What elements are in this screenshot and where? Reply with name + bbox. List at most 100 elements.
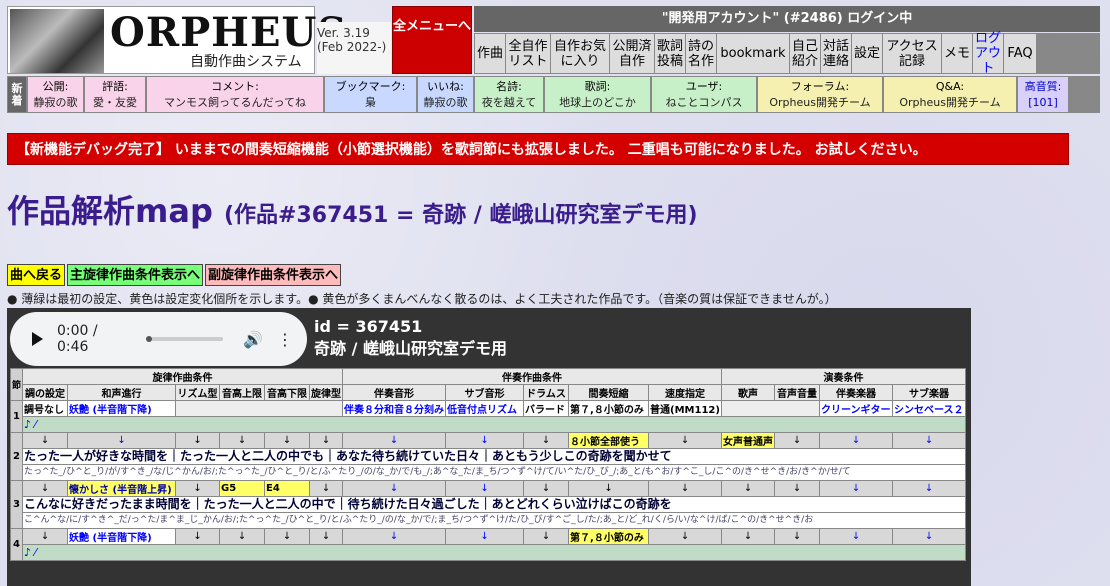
nav-favorites[interactable]: 自作お気に入り (551, 34, 609, 73)
site-header: ORPHEUS 自動作曲システム Ver. 3.19 (Feb 2022-) 全… (7, 6, 1100, 76)
work-title: 奇跡 / 嵯峨山研究室デモ用 (314, 339, 507, 358)
cell-sub-instrument[interactable]: シンセベース２ (892, 400, 967, 417)
cell-key[interactable]: 調号なし (22, 400, 69, 417)
nav-published[interactable]: 公開済自作 (610, 34, 654, 73)
ticker-value[interactable]: 静寂の歌 (34, 95, 78, 111)
nav-all-works[interactable]: 全自作リスト (506, 34, 550, 73)
ticker-item[interactable]: ユーザ: ねことコンパス (652, 77, 756, 112)
ticker-value[interactable]: 梟 (365, 95, 376, 111)
ticker-label: ユーザ: (685, 79, 723, 93)
nav-messages[interactable]: 対話連絡 (821, 34, 851, 73)
audio-seek-bar[interactable] (146, 336, 224, 342)
ticker-value[interactable]: 夜を越えて (482, 95, 536, 111)
arrow-down-icon: ↓ (892, 480, 967, 497)
ticker-label: ブックマーク: (335, 79, 406, 93)
arrow-down-icon: ↓ (309, 528, 344, 545)
main-melody-conditions-button[interactable]: 主旋律作曲条件表示へ (67, 264, 204, 286)
ticker-label: 公開: (42, 79, 69, 93)
ticker-item[interactable]: Q&A: Orpheus開発チーム (884, 77, 1016, 112)
cell-harmony-changed[interactable]: 懐かしさ (半音階上昇) (67, 480, 177, 497)
ticker-item[interactable]: いいね: 静寂の歌 (418, 77, 473, 112)
nav-poems[interactable]: 詩の名作 (686, 34, 716, 73)
cell-interlude[interactable]: 第７,８小節のみ (568, 400, 650, 417)
cell-lower-changed[interactable]: E4 (264, 480, 311, 497)
ticker-value[interactable]: 地球上のどこか (559, 95, 636, 111)
nav-profile[interactable]: 自己紹介 (790, 34, 820, 73)
arrow-down-icon: ↓ (648, 432, 723, 449)
more-options-icon[interactable]: ⋮ (277, 330, 293, 349)
cell-drums[interactable]: バラード (523, 400, 570, 417)
row-number: 3 (9, 480, 24, 529)
ticker-value[interactable]: ねことコンパス (666, 95, 743, 111)
col-header: ドラムス (523, 384, 570, 401)
cell-sub-pattern[interactable]: 低音付点リズム (445, 400, 525, 417)
work-info: id = 367451 奇跡 / 嵯峨山研究室デモ用 (314, 316, 507, 360)
ticker-label: 評語: (102, 79, 128, 93)
note-edit-icons[interactable]: ♪ ⁄ (22, 544, 967, 561)
cell-accomp-pattern[interactable]: 伴奏８分和音８分刻み (342, 400, 447, 417)
nav-logout[interactable]: ログアウト (973, 31, 1003, 76)
ticker-item[interactable]: 公開: 静寂の歌 (28, 77, 83, 112)
ticker-item[interactable]: 評語: 愛・友愛 (85, 77, 145, 112)
orpheus-logo[interactable]: ORPHEUS 自動作曲システム (7, 6, 346, 74)
cell-tempo[interactable]: 普通(MM112) (648, 400, 723, 417)
arrow-down-icon: ↓ (309, 432, 344, 449)
logo-title: ORPHEUS (110, 9, 348, 56)
volume-icon[interactable]: 🔊 (243, 330, 263, 349)
cell-upper-changed[interactable]: G5 (219, 480, 266, 497)
logo-artwork-image (10, 9, 104, 73)
back-to-song-button[interactable]: 曲へ戻る (7, 264, 66, 286)
arrow-down-icon: ↓ (523, 480, 570, 497)
ticker-value[interactable]: Orpheus開発チーム (769, 95, 870, 111)
table-row: 1 調号なし 妖艶 (半音階下降) 伴奏８分和音８分刻み 低音付点リズム バラー… (9, 400, 967, 433)
ticker-value[interactable]: マンモス飼ってるんだってね (164, 95, 306, 111)
nav-access-log[interactable]: アクセス記録 (883, 34, 941, 73)
cell-voice-changed[interactable]: 女声普通声 (721, 432, 776, 449)
arrow-down-icon: ↓ (175, 480, 221, 497)
nav-lyrics-post[interactable]: 歌詞投稿 (655, 34, 685, 73)
arrow-down-icon: ↓ (342, 432, 447, 449)
ticker-item[interactable]: 名詩: 夜を越えて (475, 77, 543, 112)
ticker-value[interactable]: Orpheus開発チーム (899, 95, 1000, 111)
table-row: 3 ↓ 懐かしさ (半音階上昇) ↓ G5 E4 ↓ ↓ ↓ ↓ ↓ ↓ ↓ ↓… (9, 480, 967, 529)
action-buttons: 曲へ戻る 主旋律作曲条件表示へ 副旋律作曲条件表示へ (7, 264, 342, 286)
cell-accomp-instrument[interactable]: クリーンギター (819, 400, 894, 417)
row-number: 4 (9, 528, 24, 561)
ticker-value[interactable]: [101] (1028, 95, 1058, 111)
news-banner: 【新機能デバッグ完了】 いままでの間奏短縮機能（小節選択機能）を歌詞節にも拡張し… (7, 133, 1069, 165)
arrow-down-icon: ↓ (892, 432, 967, 449)
ticker-item[interactable]: フォーラム: Orpheus開発チーム (758, 77, 882, 112)
lyric-reading: たっ^た_/ひ^と_り/が/す^き_/な/じ^かん/お/;た^っ^た_/ひ^と_… (22, 464, 967, 481)
col-header: リズム型 (175, 384, 221, 401)
note-edit-icons[interactable]: ♪ ⁄ (22, 416, 967, 433)
sub-melody-conditions-button[interactable]: 副旋律作曲条件表示へ (205, 264, 342, 286)
ticker-value[interactable]: 静寂の歌 (424, 95, 468, 111)
cell-interlude-changed[interactable]: ８小節全部使う (568, 432, 650, 449)
row-number: 2 (9, 432, 24, 481)
play-icon[interactable] (32, 332, 43, 346)
col-header: 速度指定 (648, 384, 723, 401)
work-id: id = 367451 (314, 317, 423, 336)
nav-settings[interactable]: 設定 (852, 34, 882, 73)
nav-compose[interactable]: 作曲 (475, 34, 505, 73)
cell-interlude-changed[interactable]: 第７,８小節のみ (568, 528, 650, 545)
col-header: 調の設定 (22, 384, 69, 401)
nav-memo[interactable]: メモ (942, 34, 972, 73)
nav-bookmark[interactable]: bookmark (717, 34, 789, 73)
ticker-item[interactable]: ブックマーク: 梟 (325, 77, 416, 112)
new-label: 新着 (8, 77, 26, 112)
all-menu-button[interactable]: 全メニューへ (392, 6, 472, 74)
ticker-item[interactable]: 歌詞: 地球上のどこか (545, 77, 650, 112)
ticker-item[interactable]: 高音質: [101] (1018, 77, 1068, 112)
nav-faq[interactable]: FAQ (1004, 34, 1036, 73)
main-nav: 作曲 全自作リスト 自作お気に入り 公開済自作 歌詞投稿 詩の名作 bookma… (474, 31, 1100, 76)
audio-player[interactable]: 0:00 / 0:46 🔊 ⋮ (10, 312, 307, 366)
lyric-line[interactable]: たった一人が好きな時間を｜たった一人と二人の中でも｜あなた待ち続けていた日々｜あ… (22, 448, 967, 465)
lyric-line[interactable]: こんなに好きだったまま時間を｜たった一人と二人の中で｜待ち続けた日々過ごした｜あ… (22, 496, 967, 513)
ticker-label: コメント: (211, 79, 259, 93)
cell-harmony[interactable]: 妖艶 (半音階下降) (67, 528, 177, 545)
ticker-item[interactable]: コメント: マンモス飼ってるんだってね (147, 77, 323, 112)
arrow-down-icon: ↓ (774, 480, 821, 497)
cell-harmony[interactable]: 妖艶 (半音階下降) (67, 400, 177, 417)
ticker-value[interactable]: 愛・友愛 (93, 95, 137, 111)
